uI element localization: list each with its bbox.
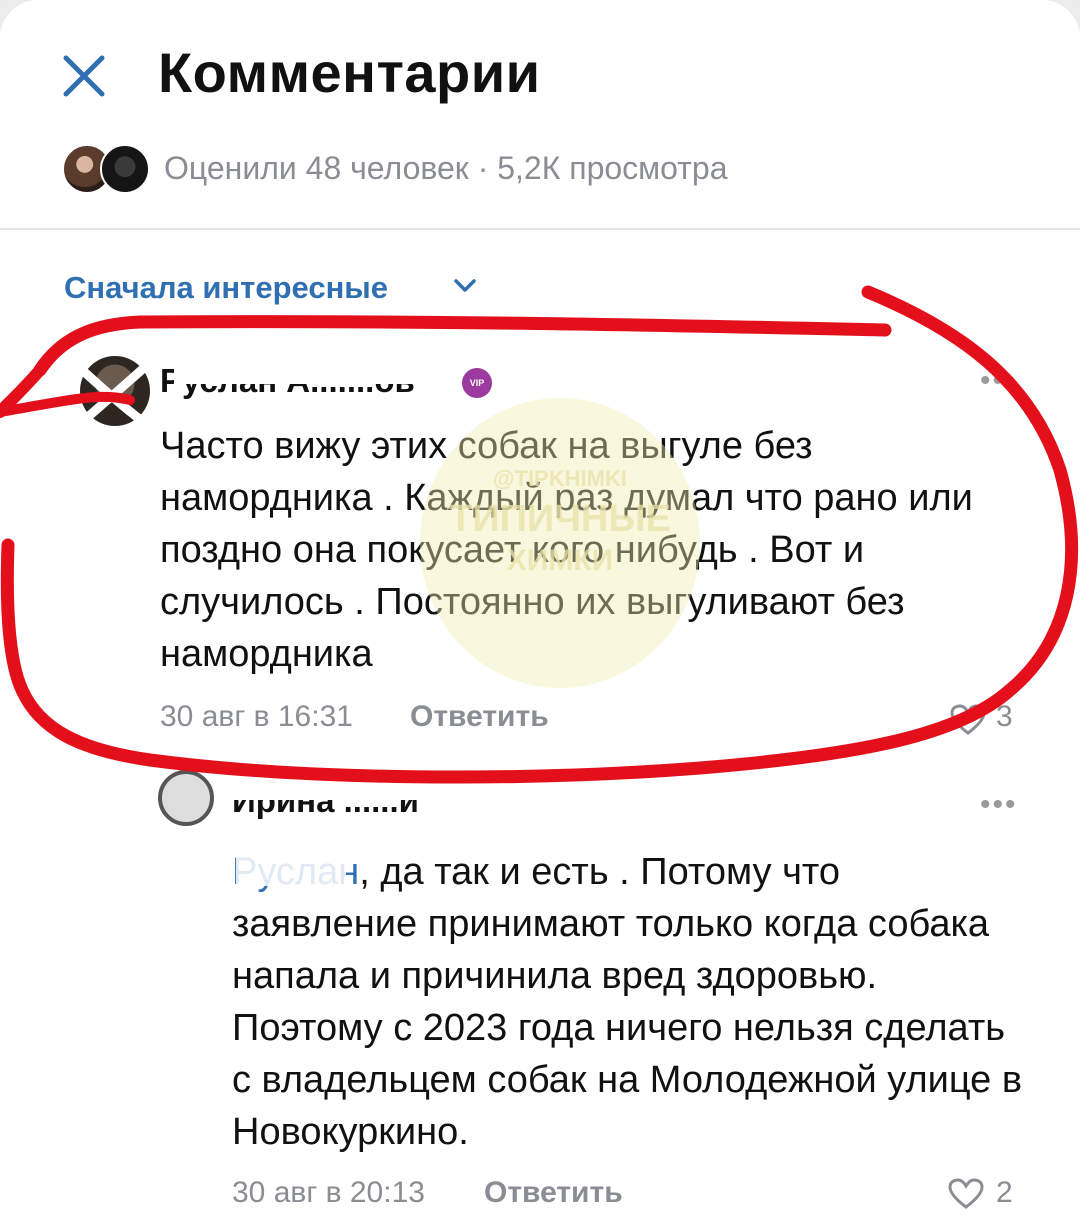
page-title: Комментарии bbox=[158, 41, 541, 104]
sort-dropdown[interactable]: Сначала интересные bbox=[64, 270, 388, 306]
more-icon[interactable]: ••• bbox=[980, 364, 1018, 398]
name-redaction bbox=[174, 362, 458, 384]
heart-icon[interactable] bbox=[948, 1178, 984, 1210]
comment-date: 30 авг в 16:31 bbox=[160, 700, 353, 733]
avatar bbox=[100, 144, 150, 194]
vip-badge-icon: VIP bbox=[462, 368, 492, 398]
post-stats: Оценили 48 человек · 5,2К просмотра bbox=[164, 150, 728, 186]
reactors-avatars[interactable] bbox=[62, 144, 152, 194]
cross-mark-icon bbox=[75, 361, 151, 429]
mention-redaction bbox=[236, 852, 346, 886]
comments-sheet: Комментарии Оценили 48 человек · 5,2К пр… bbox=[0, 0, 1080, 1224]
comments-header: Комментарии Оценили 48 человек · 5,2К пр… bbox=[0, 0, 1080, 230]
reply-button[interactable]: Ответить bbox=[410, 700, 549, 734]
comment-text: Руслан, да так и есть . Потому что заявл… bbox=[232, 851, 1023, 1153]
more-icon[interactable]: ••• bbox=[980, 788, 1018, 822]
like-count: 2 bbox=[996, 1176, 1013, 1209]
avatar[interactable] bbox=[158, 770, 214, 826]
name-redaction bbox=[232, 782, 502, 800]
heart-icon[interactable] bbox=[950, 704, 986, 736]
comment-text: Часто вижу этих собак на выгуле без намо… bbox=[160, 425, 973, 675]
like-count: 3 bbox=[996, 700, 1013, 733]
comment-date: 30 авг в 20:13 bbox=[232, 1176, 425, 1209]
reply-button[interactable]: Ответить bbox=[484, 1176, 623, 1210]
close-icon[interactable] bbox=[58, 50, 110, 102]
chevron-down-icon[interactable] bbox=[452, 276, 478, 296]
